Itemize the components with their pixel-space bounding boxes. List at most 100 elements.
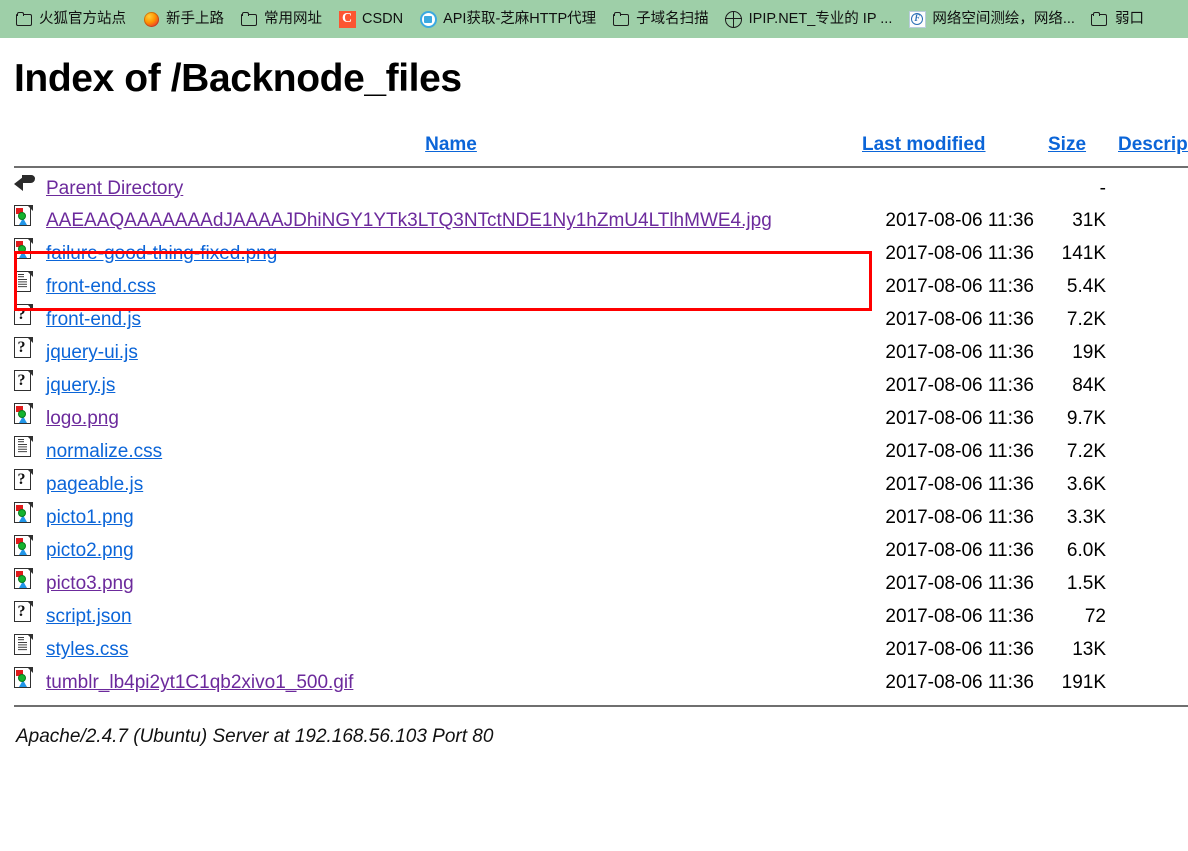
row-last-modified: 2017-08-06 11:36 bbox=[885, 672, 1034, 694]
unknown-file-icon bbox=[14, 468, 34, 491]
header-divider-cell bbox=[14, 161, 1188, 173]
table-row: front-end.css 2017-08-06 11:36 5.4K bbox=[14, 270, 1188, 304]
file-link[interactable]: script.json bbox=[46, 606, 132, 627]
table-row: jquery-ui.js 2017-08-06 11:36 19K bbox=[14, 336, 1188, 370]
row-last-modified: 2017-08-06 11:36 bbox=[885, 639, 1034, 661]
row-last-modified: 2017-08-06 11:36 bbox=[885, 210, 1034, 232]
row-description bbox=[1106, 568, 1188, 601]
file-link[interactable]: picto2.png bbox=[46, 540, 134, 561]
row-icon-cell bbox=[14, 600, 46, 634]
sort-by-size-link[interactable]: Size bbox=[1048, 134, 1086, 155]
bookmark-label: CSDN bbox=[362, 10, 404, 27]
header-divider-row bbox=[14, 161, 1188, 173]
row-name-cell: tumblr_lb4pi2yt1C1qb2xivo1_500.gif bbox=[46, 667, 856, 700]
row-description bbox=[1106, 502, 1188, 535]
file-link[interactable]: pageable.js bbox=[46, 474, 143, 495]
file-link[interactable]: front-end.js bbox=[46, 309, 141, 330]
row-last-modified: 2017-08-06 11:36 bbox=[885, 474, 1034, 496]
row-size: 9.7K bbox=[1066, 408, 1106, 430]
table-row: tumblr_lb4pi2yt1C1qb2xivo1_500.gif 2017-0… bbox=[14, 666, 1188, 700]
row-name-cell: AAEAAQAAAAAAAdJAAAAJDhiNGY1YTk3LTQ3NTctN… bbox=[46, 205, 856, 238]
file-link[interactable]: picto1.png bbox=[46, 507, 134, 528]
file-link[interactable]: jquery.js bbox=[46, 375, 115, 396]
row-icon-cell bbox=[14, 501, 46, 535]
bookmark-item[interactable]: 火狐官方站点 bbox=[8, 6, 133, 32]
unknown-file-icon bbox=[14, 600, 34, 623]
header-description: Description bbox=[1106, 129, 1188, 161]
row-size: 7.2K bbox=[1066, 441, 1106, 463]
bookmark-label: IPIP.NET_专业的 IP ... bbox=[748, 10, 893, 27]
bookmarks-toolbar: 火狐官方站点 新手上路 常用网址 C CSDN API获取-芝麻HTTP代理 子域名扫描 IP… bbox=[0, 0, 1188, 38]
header-size: Size bbox=[1048, 129, 1106, 161]
back-arrow-icon bbox=[14, 174, 40, 194]
file-link[interactable]: logo.png bbox=[46, 408, 119, 429]
file-link[interactable]: failure-good-thing-fixed.png bbox=[46, 243, 277, 264]
row-name-cell: picto3.png bbox=[46, 568, 856, 601]
f-badge-icon: F bbox=[908, 10, 926, 28]
row-last-modified: 2017-08-06 11:36 bbox=[885, 309, 1034, 331]
table-row: logo.png 2017-08-06 11:36 9.7K bbox=[14, 402, 1188, 436]
row-icon-cell bbox=[14, 468, 46, 502]
globe-icon bbox=[725, 10, 743, 28]
file-link[interactable]: tumblr_lb4pi2yt1C1qb2xivo1_500.gif bbox=[46, 672, 353, 693]
row-size: 31K bbox=[1072, 210, 1106, 232]
row-description bbox=[1106, 271, 1188, 304]
sort-by-description-link[interactable]: Description bbox=[1118, 134, 1188, 155]
directory-listing-table: Name Last modified Size Description Pare… bbox=[14, 129, 1188, 712]
row-icon-cell bbox=[14, 633, 46, 667]
bookmark-item[interactable]: 常用网址 bbox=[233, 6, 329, 32]
row-last-modified: 2017-08-06 11:36 bbox=[885, 276, 1034, 298]
file-link[interactable]: AAEAAQAAAAAAAdJAAAAJDhiNGY1YTk3LTQ3NTctN… bbox=[46, 210, 772, 231]
footer-divider-row bbox=[14, 700, 1188, 712]
file-link[interactable]: normalize.css bbox=[46, 441, 162, 462]
row-size: 84K bbox=[1072, 375, 1106, 397]
row-size: 6.0K bbox=[1066, 540, 1106, 562]
folder-icon bbox=[612, 10, 630, 28]
bookmark-item[interactable]: C CSDN bbox=[331, 6, 410, 32]
row-size: 1.5K bbox=[1066, 573, 1106, 595]
row-icon-cell bbox=[14, 173, 46, 205]
row-last-modified: 2017-08-06 11:36 bbox=[885, 342, 1034, 364]
sort-by-date-link[interactable]: Last modified bbox=[862, 134, 986, 155]
bookmark-label: 新手上路 bbox=[166, 10, 224, 27]
row-size: - bbox=[1099, 177, 1106, 199]
image-file-icon bbox=[14, 534, 34, 557]
table-row: picto1.png 2017-08-06 11:36 3.3K bbox=[14, 501, 1188, 535]
row-icon-cell bbox=[14, 336, 46, 370]
row-last-modified bbox=[856, 173, 1048, 205]
directory-listing-page: Index of /Backnode_files Name Last modif… bbox=[0, 38, 1188, 851]
image-file-icon bbox=[14, 501, 34, 524]
table-row: Parent Directory - bbox=[14, 173, 1188, 205]
bookmark-label: API获取-芝麻HTTP代理 bbox=[443, 10, 597, 27]
row-name-cell: normalize.css bbox=[46, 436, 856, 469]
bookmark-item[interactable]: 子域名扫描 bbox=[605, 6, 716, 32]
unknown-file-icon bbox=[14, 303, 34, 326]
bookmark-item[interactable]: 新手上路 bbox=[135, 6, 231, 32]
table-row: styles.css 2017-08-06 11:36 13K bbox=[14, 633, 1188, 667]
table-row: picto3.png 2017-08-06 11:36 1.5K bbox=[14, 567, 1188, 601]
row-icon-cell bbox=[14, 204, 46, 238]
row-icon-cell bbox=[14, 534, 46, 568]
file-link[interactable]: picto3.png bbox=[46, 573, 134, 594]
header-last-modified: Last modified bbox=[856, 129, 1048, 161]
bookmark-item[interactable]: F 网络空间测绘，网络... bbox=[901, 6, 1082, 32]
sort-by-name-link[interactable]: Name bbox=[425, 134, 477, 155]
row-icon-cell bbox=[14, 270, 46, 304]
file-link[interactable]: Parent Directory bbox=[46, 178, 183, 199]
row-size: 3.3K bbox=[1066, 507, 1106, 529]
file-link[interactable]: jquery-ui.js bbox=[46, 342, 138, 363]
bookmark-item[interactable]: API获取-芝麻HTTP代理 bbox=[412, 6, 603, 32]
row-icon-cell bbox=[14, 237, 46, 271]
file-link[interactable]: front-end.css bbox=[46, 276, 156, 297]
row-last-modified: 2017-08-06 11:36 bbox=[885, 375, 1034, 397]
bookmark-label: 火狐官方站点 bbox=[39, 10, 126, 27]
row-last-modified: 2017-08-06 11:36 bbox=[885, 243, 1034, 265]
file-link[interactable]: styles.css bbox=[46, 639, 128, 660]
bookmark-item[interactable]: 弱口 bbox=[1084, 6, 1151, 32]
bookmark-item[interactable]: IPIP.NET_专业的 IP ... bbox=[718, 6, 900, 32]
row-name-cell: front-end.js bbox=[46, 304, 856, 337]
header-icon-cell bbox=[14, 129, 46, 161]
row-size: 7.2K bbox=[1066, 309, 1106, 331]
csdn-icon: C bbox=[338, 10, 356, 28]
directory-listing-body: Parent Directory - AAEAAQAAAAAAAdJAAAAJDhi… bbox=[14, 173, 1188, 700]
